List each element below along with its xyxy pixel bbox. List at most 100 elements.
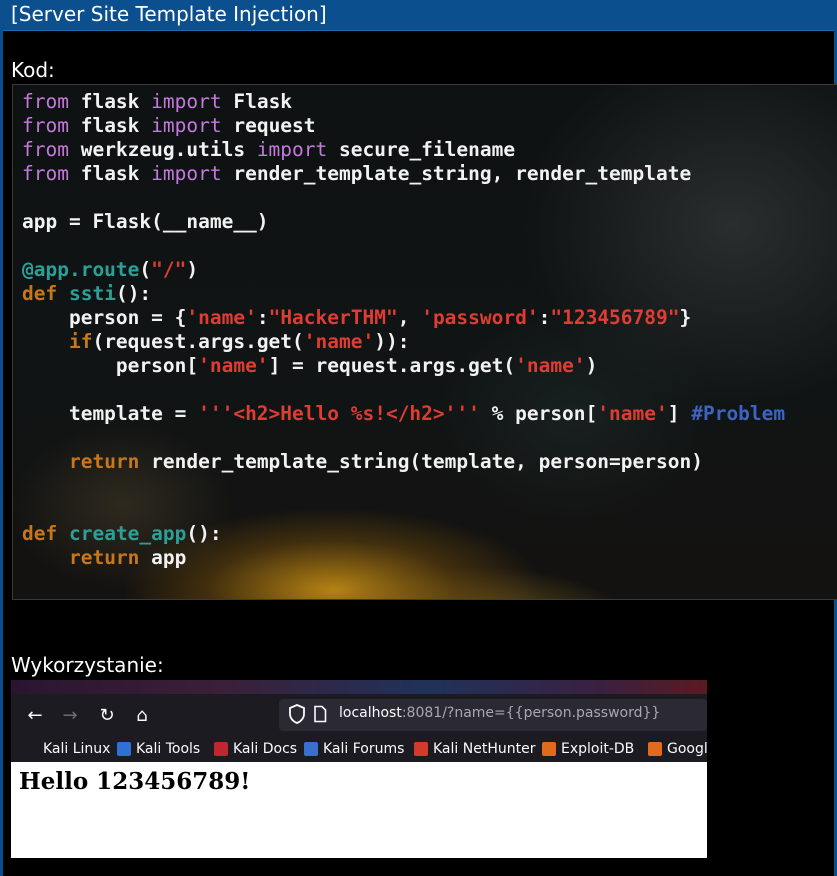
code-line: from flask import render_template_string…: [22, 162, 785, 186]
code-token: ]: [667, 402, 692, 425]
bookmark-icon: [414, 742, 428, 756]
code-token: }: [679, 306, 692, 329]
bookmark-icon: [304, 742, 318, 756]
code-line: return app: [22, 546, 785, 570]
code-token: :: [538, 306, 551, 329]
code-token: render_template_string, render_template: [221, 162, 692, 185]
frame-left-border: [0, 30, 3, 876]
browser-toolbar: ← → ↻ ⌂ localhost:8081/?name={{person.pa…: [11, 694, 707, 740]
code-token: 'password': [421, 306, 539, 329]
code-token: 'name': [186, 306, 257, 329]
code-line: from flask import request: [22, 114, 785, 138]
code-token: render_template_string(template, person=…: [139, 450, 703, 473]
code-token: ): [585, 354, 598, 377]
code-section-label: Kod:: [11, 58, 55, 82]
code-token: % person[: [479, 402, 598, 425]
code-token: import: [151, 114, 222, 137]
shield-icon[interactable]: [287, 703, 307, 725]
code-line: return render_template_string(template, …: [22, 450, 785, 474]
code-line: person = {'name':"HackerTHM", 'password'…: [22, 306, 785, 330]
code-token: 'name': [597, 402, 668, 425]
code-token: person = {: [22, 306, 187, 329]
back-button[interactable]: ←: [21, 702, 49, 730]
code-token: (request.args.get(: [92, 330, 304, 353]
code-token: def: [22, 282, 58, 305]
code-token: import: [256, 138, 328, 161]
code-token: return: [68, 546, 140, 569]
code-token: flask: [68, 90, 152, 113]
browser-tab-strip: [11, 680, 707, 694]
bookmark-item[interactable]: Kali NetHunter: [414, 741, 535, 757]
title-bar: [Server Site Template Injection]: [0, 0, 837, 31]
bookmark-label: Kali Docs: [233, 741, 298, 757]
bookmark-item[interactable]: Exploit-DB: [542, 741, 634, 757]
code-token: "123456789": [550, 306, 680, 329]
code-token: "/": [151, 258, 187, 281]
code-token: def: [22, 522, 58, 545]
code-token: 'name': [198, 354, 269, 377]
page-title: [Server Site Template Injection]: [11, 2, 327, 26]
bookmark-icon: [214, 742, 228, 756]
code-token: ():: [115, 282, 152, 305]
bookmark-label: Kali Forums: [323, 741, 405, 757]
code-token: app = Flask(__name__): [22, 210, 269, 233]
page-icon: [314, 705, 327, 723]
code-line: app = Flask(__name__): [22, 210, 785, 234]
home-button[interactable]: ⌂: [128, 702, 156, 730]
code-token: app: [139, 546, 187, 569]
code-token: secure_filename: [327, 138, 516, 161]
bookmark-item[interactable]: Google: [648, 741, 707, 757]
bookmark-item[interactable]: Kali Forums: [304, 741, 404, 757]
code-token: )):: [374, 330, 410, 353]
bookmark-label: Kali NetHunter: [433, 741, 536, 757]
code-token: from: [22, 162, 69, 185]
code-line: @app.route("/"): [22, 258, 785, 282]
page-content: Hello 123456789!: [11, 762, 707, 858]
bookmark-item[interactable]: Kali Tools: [117, 741, 200, 757]
code-token: "HackerTHM": [268, 306, 398, 329]
code-token: :: [256, 306, 269, 329]
url-bar[interactable]: localhost:8081/?name={{person.password}}: [279, 699, 707, 731]
bookmark-item[interactable]: Kali Linux: [43, 741, 110, 757]
exploit-section-label: Wykorzystanie:: [11, 653, 164, 677]
code-token: ] = request.args.get(: [268, 354, 516, 377]
code-token: request: [221, 114, 316, 137]
code-token: (: [139, 258, 152, 281]
bookmarks-bar: Kali Linux Kali Tools Kali Docs Kali Forums…: [11, 740, 707, 762]
bookmark-label: Kali Tools: [136, 741, 201, 757]
code-token: ssti: [68, 282, 116, 305]
code-line: def ssti():: [22, 282, 785, 306]
url-path: :8081/?name={{person.password}}: [401, 705, 661, 721]
code-token: from: [22, 90, 69, 113]
code-token: 'name': [515, 354, 586, 377]
code-token: @app.route: [22, 258, 140, 281]
browser-window: ← → ↻ ⌂ localhost:8081/?name={{person.pa…: [11, 680, 707, 858]
code-token: import: [151, 162, 222, 185]
code-line: from werkzeug.utils import secure_filena…: [22, 138, 785, 162]
code-token: flask: [68, 162, 152, 185]
bookmark-item[interactable]: Kali Docs: [214, 741, 297, 757]
code-token: ():: [186, 522, 222, 545]
code-token: from: [22, 138, 69, 161]
bookmark-icon: [648, 742, 662, 756]
reload-button[interactable]: ↻: [93, 702, 121, 730]
bookmark-label: Google: [667, 741, 707, 757]
url-host: localhost: [339, 705, 402, 721]
bookmark-label: Kali Linux: [43, 741, 111, 757]
code-token: from: [22, 114, 69, 137]
code-token: #Problem: [691, 402, 786, 425]
url-text[interactable]: localhost:8081/?name={{person.password}}: [339, 705, 660, 721]
code-token: werkzeug.utils: [68, 138, 257, 161]
forward-button[interactable]: →: [56, 702, 84, 730]
code-token: template =: [22, 402, 199, 425]
code-token: 'name': [303, 330, 375, 353]
